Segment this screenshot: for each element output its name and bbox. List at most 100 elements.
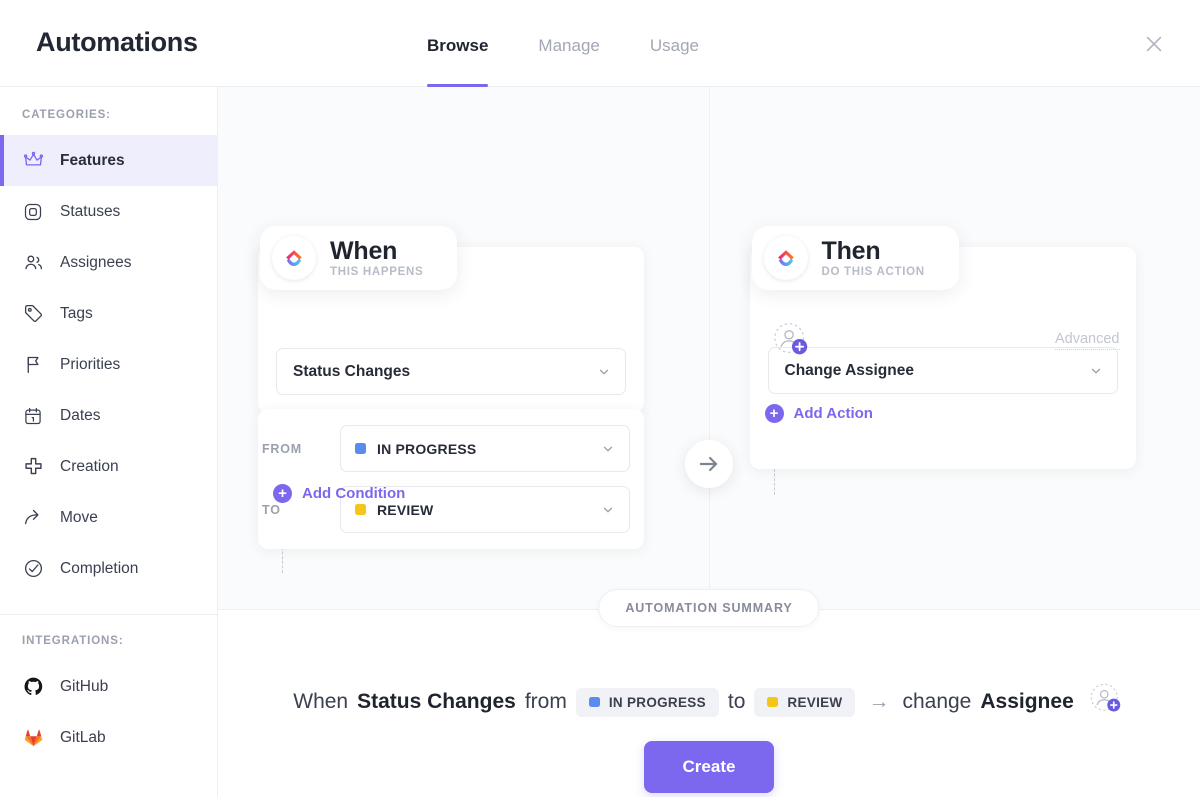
sidebar-item-label: Assignees	[60, 253, 132, 271]
summary-to-chip: REVIEW	[754, 687, 856, 717]
tab-browse-label: Browse	[427, 36, 489, 55]
builder-columns: When THIS HAPPENS Status Changes FROM IN…	[218, 87, 1200, 609]
sidebar-item-label: GitLab	[60, 728, 106, 746]
flow-arrow	[685, 440, 733, 488]
trigger-select[interactable]: Status Changes	[276, 348, 626, 395]
tab-browse[interactable]: Browse	[427, 0, 489, 87]
clickup-logo-icon	[272, 236, 316, 280]
condition-to-label: TO	[262, 502, 281, 517]
status-color-swatch	[355, 443, 366, 454]
square-icon	[22, 201, 44, 223]
summary-from-chip: IN PROGRESS	[575, 687, 719, 717]
sidebar-item-label: Statuses	[60, 202, 121, 220]
when-subheading: THIS HAPPENS	[330, 265, 424, 278]
add-condition-button[interactable]: + Add Condition	[273, 484, 405, 503]
sidebar-item-move[interactable]: Move	[0, 492, 217, 543]
chevron-down-icon	[1089, 364, 1103, 378]
create-button[interactable]: Create	[644, 741, 774, 793]
page-title: Automations	[36, 27, 198, 57]
summary-when-word: When	[293, 690, 349, 713]
arrow-right-icon	[699, 456, 718, 472]
add-action-label: Add Action	[793, 405, 873, 422]
action-select-value: Change Assignee	[784, 361, 915, 379]
summary-action-target: Assignee	[980, 690, 1074, 713]
automations-modal: Automations Browse Manage Usage CATEGORI…	[0, 0, 1200, 797]
sidebar-item-priorities[interactable]: Priorities	[0, 339, 217, 390]
condition-to-value: REVIEW	[377, 501, 434, 518]
sidebar-item-gitlab[interactable]: GitLab	[0, 712, 217, 763]
add-action-button[interactable]: + Add Action	[764, 404, 873, 423]
then-heading: Then	[821, 237, 881, 266]
tab-usage[interactable]: Usage	[650, 0, 699, 87]
summary-pill-label: AUTOMATION SUMMARY	[598, 589, 820, 627]
summary-to-value: REVIEW	[787, 694, 843, 710]
summary-change-word: change	[902, 690, 972, 713]
sidebar-item-label: Move	[60, 508, 98, 526]
summary-trigger: Status Changes	[357, 690, 516, 713]
people-icon	[22, 252, 44, 274]
trigger-select-value: Status Changes	[293, 362, 411, 380]
plus-icon: +	[273, 484, 292, 503]
tab-usage-label: Usage	[649, 36, 699, 55]
add-assignee-icon	[1090, 683, 1120, 712]
move-arrow-icon	[22, 507, 44, 529]
condition-row-from: FROM IN PROGRESS	[262, 425, 630, 472]
automation-summary: AUTOMATION SUMMARY When Status Changes f…	[218, 589, 1200, 797]
sidebar-integrations-label: INTEGRATIONS:	[22, 635, 124, 647]
sidebar-categories-label: CATEGORIES:	[22, 109, 111, 121]
check-circle-icon	[22, 558, 44, 580]
plus-icon	[22, 456, 44, 478]
sidebar-item-label: GitHub	[60, 677, 109, 695]
plus-icon: +	[764, 404, 784, 423]
when-heading: When	[330, 237, 398, 266]
tab-manage[interactable]: Manage	[538, 0, 599, 87]
close-button[interactable]	[1138, 28, 1170, 60]
add-condition-label: Add Condition	[302, 485, 406, 502]
when-column: When THIS HAPPENS Status Changes FROM IN…	[218, 87, 710, 609]
summary-arrow-icon: →	[868, 690, 890, 713]
gitlab-icon	[22, 727, 44, 749]
summary-sentence: When Status Changes from IN PROGRESS to …	[218, 680, 1200, 724]
sidebar-item-statuses[interactable]: Statuses	[0, 186, 217, 237]
condition-from-select[interactable]: IN PROGRESS	[340, 425, 630, 472]
create-button-wrap: Create	[218, 741, 1200, 793]
sidebar-item-completion[interactable]: Completion	[0, 543, 217, 594]
tab-bar: Browse Manage Usage	[427, 0, 749, 87]
calendar-icon	[22, 405, 44, 427]
add-assignee-icon	[773, 323, 807, 355]
summary-from-value: IN PROGRESS	[608, 694, 706, 710]
tab-manage-label: Manage	[538, 36, 600, 55]
sidebar-item-label: Tags	[60, 304, 93, 322]
sidebar-item-creation[interactable]: Creation	[0, 441, 217, 492]
summary-assignee-button[interactable]	[1087, 680, 1125, 724]
sidebar-item-label: Dates	[60, 406, 101, 424]
then-header: Then DO THIS ACTION	[751, 226, 959, 290]
status-color-swatch	[355, 504, 366, 515]
status-color-swatch	[767, 697, 779, 707]
sidebar-item-github[interactable]: GitHub	[0, 661, 217, 712]
advanced-link[interactable]: Advanced	[1055, 331, 1120, 350]
sidebar-item-label: Priorities	[60, 355, 121, 373]
then-subheading: DO THIS ACTION	[821, 265, 925, 278]
flag-icon	[22, 354, 44, 376]
action-select[interactable]: Change Assignee	[767, 347, 1118, 394]
summary-from-word: from	[524, 690, 567, 713]
sidebar-item-tags[interactable]: Tags	[0, 288, 217, 339]
sidebar-item-assignees[interactable]: Assignees	[0, 237, 217, 288]
crown-icon	[22, 150, 44, 172]
add-assignee-button[interactable]	[770, 319, 812, 361]
clickup-logo-icon	[763, 236, 808, 280]
chevron-down-icon	[601, 503, 615, 517]
chevron-down-icon	[597, 365, 611, 379]
sidebar-item-label: Features	[60, 151, 125, 169]
sidebar-divider	[0, 614, 217, 615]
modal-header: Automations Browse Manage Usage	[0, 0, 1200, 87]
modal-body: CATEGORIES: Features Statuses Assignees …	[0, 87, 1200, 797]
sidebar-item-label: Creation	[60, 457, 119, 475]
sidebar-item-dates[interactable]: Dates	[0, 390, 217, 441]
sidebar-item-features[interactable]: Features	[0, 135, 217, 186]
when-connector-bottom	[282, 547, 283, 573]
condition-from-value: IN PROGRESS	[377, 440, 477, 457]
summary-to-word: to	[727, 690, 746, 713]
sidebar: CATEGORIES: Features Statuses Assignees …	[0, 87, 218, 797]
